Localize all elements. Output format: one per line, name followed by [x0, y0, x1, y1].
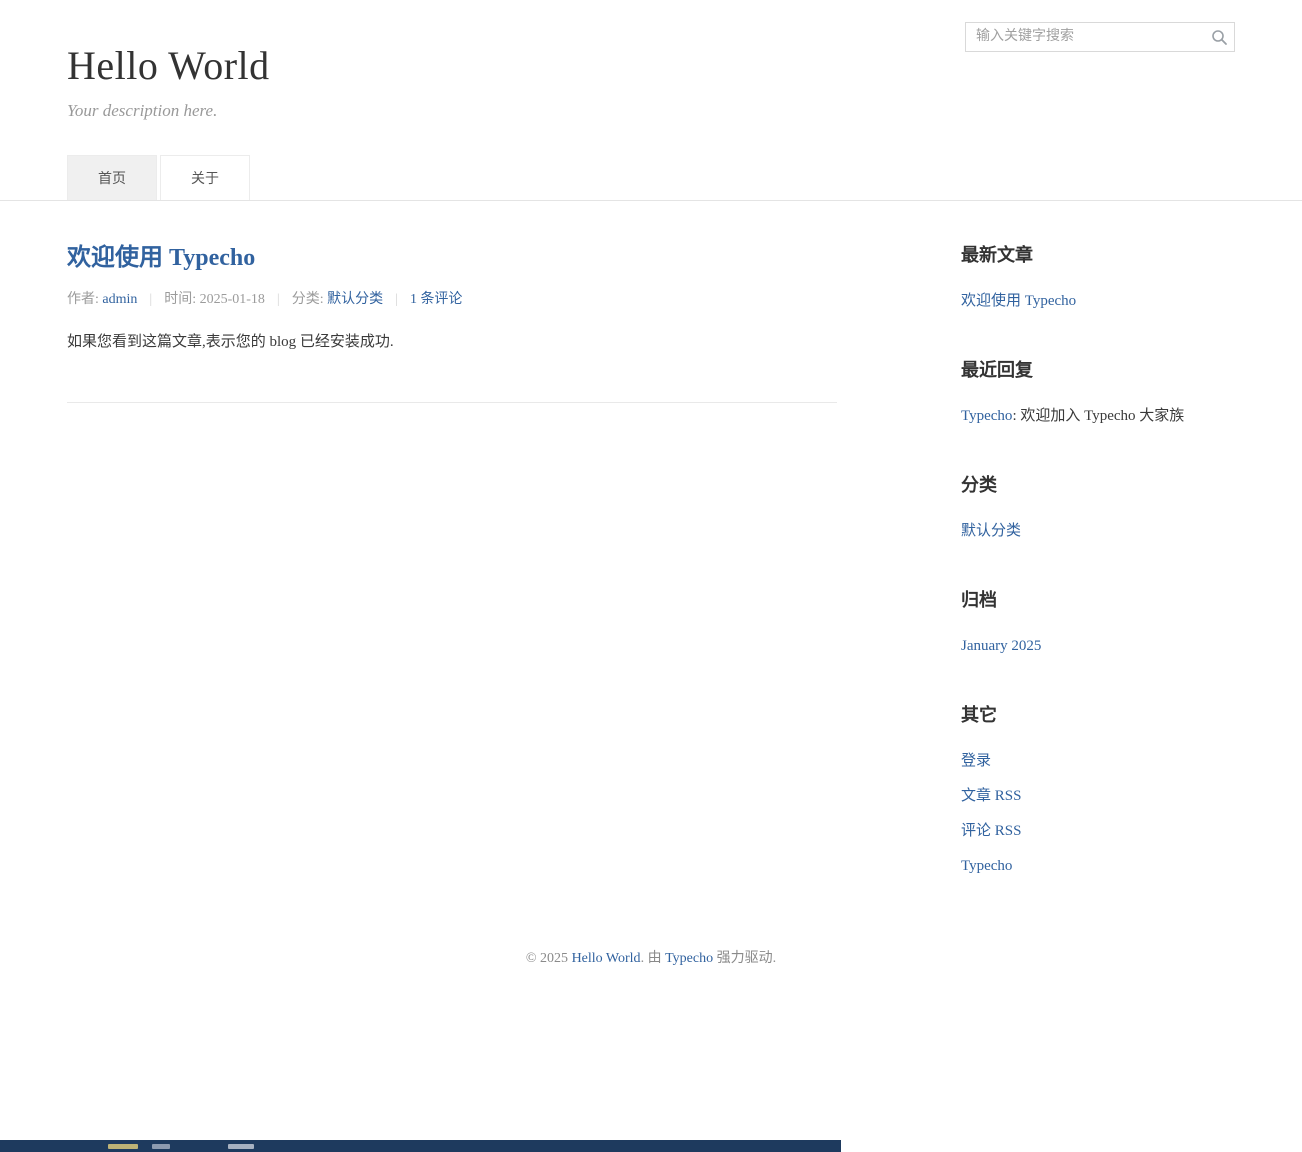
category-label: 分类: [292, 292, 327, 307]
list-item: 文章 RSS [961, 786, 1235, 807]
page: Hello World Your description here. 首页 关于 [0, 0, 1302, 967]
search-input[interactable] [965, 22, 1235, 52]
search-button[interactable] [1205, 24, 1233, 50]
bottom-bar [0, 1140, 841, 1152]
comment-text: : 欢迎加入 Typecho 大家族 [1012, 408, 1184, 424]
typecho-link[interactable]: Typecho [961, 858, 1012, 874]
search-icon [1211, 29, 1228, 46]
footer-typecho-link[interactable]: Typecho [665, 951, 713, 966]
category-link[interactable]: 默认分类 [327, 292, 383, 307]
widget-categories: 分类 默认分类 [961, 471, 1235, 542]
author-link[interactable]: admin [102, 292, 137, 307]
list-item: Typecho [961, 856, 1235, 877]
meta-separator: | [149, 292, 152, 307]
bottom-bar-artifact [228, 1144, 254, 1149]
widget-title-recent-posts: 最新文章 [961, 241, 1235, 267]
list-item: 评论 RSS [961, 821, 1235, 842]
main-nav: 首页 关于 [0, 155, 1302, 201]
widget-recent-posts: 最新文章 欢迎使用 Typecho [961, 241, 1235, 312]
author-label: 作者: [67, 292, 102, 307]
search-box [965, 22, 1235, 52]
list-item: January 2025 [961, 636, 1235, 657]
nav-item-about[interactable]: 关于 [160, 155, 250, 200]
site-description: Your description here. [67, 101, 1235, 121]
archive-link[interactable]: January 2025 [961, 638, 1041, 654]
site-footer: © 2025 Hello World. 由 Typecho 强力驱动. [0, 943, 1302, 967]
comment-author-link[interactable]: Typecho [961, 408, 1012, 424]
meta-separator: | [395, 292, 398, 307]
comments-link[interactable]: 1 条评论 [410, 292, 463, 307]
bottom-bar-artifact [108, 1144, 138, 1149]
nav-item-home[interactable]: 首页 [67, 155, 157, 200]
list-item: 默认分类 [961, 521, 1235, 542]
footer-middle-text: . 由 [641, 951, 666, 966]
content-column: 欢迎使用 Typecho 作者: admin | 时间: 2025-01-18 | 分类… [67, 201, 837, 403]
recent-post-link[interactable]: 欢迎使用 Typecho [961, 293, 1076, 309]
site-header: Hello World Your description here. 首页 关于 [0, 0, 1302, 201]
post-title[interactable]: 欢迎使用 Typecho [67, 237, 837, 272]
post: 欢迎使用 Typecho 作者: admin | 时间: 2025-01-18 | 分类… [67, 237, 837, 403]
widget-title-categories: 分类 [961, 471, 1235, 497]
copyright-text: © 2025 [526, 951, 572, 966]
footer-suffix-text: 强力驱动. [713, 951, 776, 966]
widget-archives: 归档 January 2025 [961, 586, 1235, 657]
post-rss-link[interactable]: 文章 RSS [961, 788, 1021, 804]
category-item-link[interactable]: 默认分类 [961, 523, 1021, 539]
list-item: Typecho: 欢迎加入 Typecho 大家族 [961, 406, 1235, 427]
widget-title-misc: 其它 [961, 701, 1235, 727]
bottom-bar-artifact [152, 1144, 170, 1149]
footer-site-link[interactable]: Hello World [572, 951, 641, 966]
post-divider [67, 402, 837, 403]
list-item: 登录 [961, 751, 1235, 772]
widget-title-recent-comments: 最近回复 [961, 356, 1235, 382]
post-time: 时间: 2025-01-18 [164, 292, 265, 307]
main-area: 欢迎使用 Typecho 作者: admin | 时间: 2025-01-18 | 分类… [67, 201, 1235, 943]
widget-misc: 其它 登录 文章 RSS 评论 RSS Typecho [961, 701, 1235, 877]
login-link[interactable]: 登录 [961, 753, 991, 769]
sidebar: 最新文章 欢迎使用 Typecho 最近回复 Typecho: 欢迎加入 Typ… [961, 201, 1235, 891]
comment-rss-link[interactable]: 评论 RSS [961, 823, 1021, 839]
widget-recent-comments: 最近回复 Typecho: 欢迎加入 Typecho 大家族 [961, 356, 1235, 427]
post-body: 如果您看到这篇文章,表示您的 blog 已经安装成功. [67, 330, 837, 356]
list-item: 欢迎使用 Typecho [961, 291, 1235, 312]
widget-title-archives: 归档 [961, 586, 1235, 612]
post-meta: 作者: admin | 时间: 2025-01-18 | 分类: 默认分类 | 1 条评论 [67, 288, 837, 308]
meta-separator: | [277, 292, 280, 307]
